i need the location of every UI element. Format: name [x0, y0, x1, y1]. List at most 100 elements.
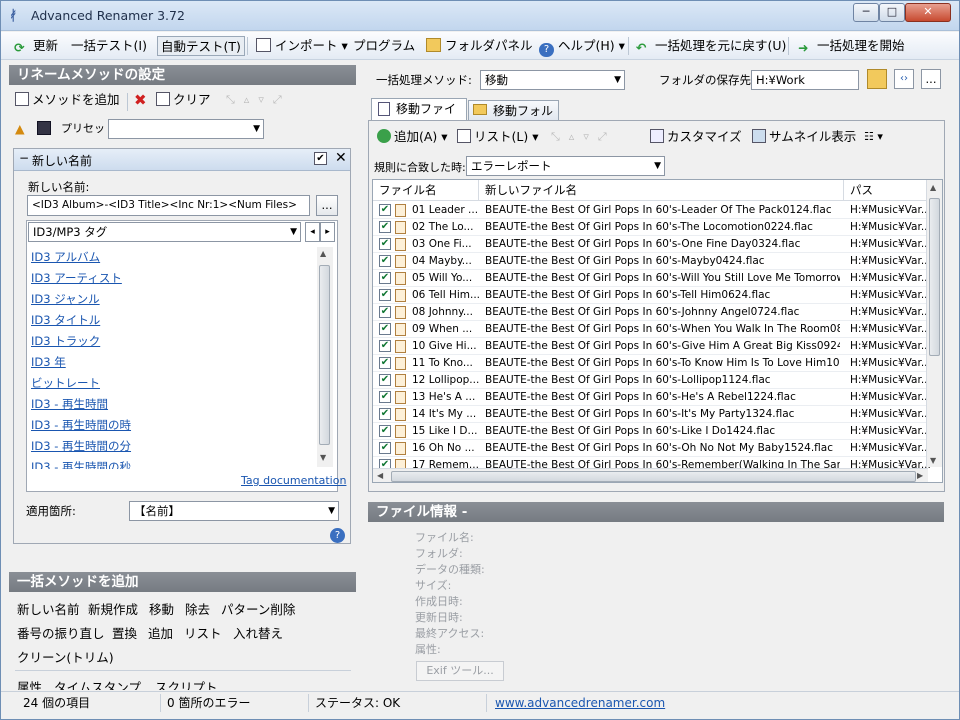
method-add-item[interactable]: 置換 [112, 623, 137, 642]
scroll-thumb[interactable] [319, 265, 330, 445]
row-checkbox[interactable]: ✔ [379, 272, 391, 284]
move-arrows-icon[interactable]: ⤡▵▿⤢ [226, 89, 291, 111]
refresh-button[interactable]: ⟳ 更新 [11, 36, 61, 56]
code-icon[interactable]: ‹› [894, 69, 914, 89]
row-checkbox[interactable]: ✔ [379, 255, 391, 267]
tag-link[interactable]: ビットレート [31, 375, 100, 391]
method-add-item[interactable]: 新しい名前 [17, 599, 80, 618]
tag-link[interactable]: ID3 - 再生時間 [31, 396, 108, 412]
row-checkbox[interactable]: ✔ [379, 238, 391, 250]
import-button[interactable]: インポート ▾ [253, 36, 351, 56]
table-row[interactable]: ✔ 05 Will Yo... BEAUTE-the Best Of Girl Po… [373, 270, 930, 287]
minimize-button[interactable]: ─ [853, 3, 879, 22]
table-row[interactable]: ✔ 10 Give Hi... BEAUTE-the Best Of Girl Po… [373, 338, 930, 355]
tag-link[interactable]: ID3 アルバム [31, 249, 100, 265]
batch-method-select[interactable]: 移動 ▼ [480, 70, 625, 90]
table-row[interactable]: ✔ 02 The Lo... BEAUTE-the Best Of Girl Pop… [373, 219, 930, 236]
row-checkbox[interactable]: ✔ [379, 442, 391, 454]
table-row[interactable]: ✔ 16 Oh No ... BEAUTE-the Best Of Girl Pop… [373, 440, 930, 457]
scroll-thumb[interactable] [929, 198, 940, 356]
rule-select[interactable]: エラーレポート ▼ [466, 156, 665, 176]
table-row[interactable]: ✔ 03 One Fi... BEAUTE-the Best Of Girl Pop… [373, 236, 930, 253]
scroll-thumb[interactable] [391, 471, 916, 482]
tag-link[interactable]: ID3 年 [31, 354, 66, 370]
method-add-item[interactable]: 新規作成 [88, 599, 138, 618]
method-add-item[interactable]: クリーン(トリム) [17, 647, 114, 666]
list-button[interactable]: リスト(L) ▾ [457, 126, 538, 148]
tag-link[interactable]: ID3 ジャンル [31, 291, 100, 307]
remove-method-icon[interactable]: ✕ [335, 150, 347, 166]
preset-select[interactable]: ▼ [108, 119, 264, 139]
column-header-filename[interactable]: ファイル名 [373, 180, 479, 201]
collapse-icon[interactable]: − [19, 151, 29, 165]
method-enabled-checkbox[interactable]: ✔ [314, 152, 327, 165]
column-header-newname[interactable]: 新しいファイル名 [479, 180, 844, 201]
method-add-item[interactable]: パターン削除 [221, 599, 295, 618]
method-add-item[interactable]: リスト [184, 623, 222, 642]
row-checkbox[interactable]: ✔ [379, 221, 391, 233]
open-preset-icon[interactable]: ▲ [15, 118, 25, 140]
program-button[interactable]: プログラム [350, 36, 418, 56]
move-arrows-icon[interactable]: ⤡▵▿⤢ [551, 126, 616, 148]
delete-icon[interactable]: ✖ [134, 89, 147, 111]
folder-panel-button[interactable]: フォルダパネル [423, 36, 536, 56]
tag-documentation-link[interactable]: Tag documentation [241, 474, 346, 487]
table-row[interactable]: ✔ 15 Like I D... BEAUTE-the Best Of Girl P… [373, 423, 930, 440]
scroll-up-icon[interactable]: ▲ [320, 249, 326, 258]
view-mode-icon[interactable]: ☷ ▾ [864, 126, 883, 148]
customize-button[interactable]: カスタマイズ [650, 126, 742, 148]
row-checkbox[interactable]: ✔ [379, 391, 391, 403]
row-checkbox[interactable]: ✔ [379, 306, 391, 318]
tag-link[interactable]: ID3 - 再生時間の秒 [31, 459, 131, 469]
tag-link[interactable]: ID3 アーティスト [31, 270, 122, 286]
thumbnail-button[interactable]: サムネイル表示 [752, 126, 856, 148]
table-row[interactable]: ✔ 09 When ... BEAUTE-the Best Of Girl Pops… [373, 321, 930, 338]
help-menu-button[interactable]: ? ヘルプ(H) ▾ [536, 36, 628, 57]
tag-link[interactable]: ID3 トラック [31, 333, 100, 349]
start-batch-button[interactable]: ➜ 一括処理を開始 [795, 36, 908, 56]
table-row[interactable]: ✔ 08 Johnny... BEAUTE-the Best Of Girl Pop… [373, 304, 930, 321]
insert-tag-button[interactable]: ... [316, 195, 338, 216]
add-files-button[interactable]: 追加(A) ▾ [377, 126, 448, 148]
tag-link[interactable]: ID3 - 再生時間の分 [31, 438, 131, 454]
output-folder-input[interactable]: H:¥Work [751, 70, 859, 90]
tag-link[interactable]: ID3 - 再生時間の時 [31, 417, 131, 433]
table-row[interactable]: ✔ 12 Lollipop... BEAUTE-the Best Of Girl P… [373, 372, 930, 389]
method-add-item[interactable]: スクリプト [155, 677, 218, 690]
close-button[interactable]: ✕ [905, 3, 951, 22]
add-method-button[interactable]: メソッドを追加 [15, 89, 120, 111]
apply-to-select[interactable]: 【名前】 ▼ [129, 501, 339, 521]
maximize-button[interactable]: □ [879, 3, 905, 22]
method-add-item[interactable]: 番号の振り直し [17, 623, 105, 642]
method-add-item[interactable]: 追加 [148, 623, 173, 642]
method-add-item[interactable]: 移動 [149, 599, 174, 618]
row-checkbox[interactable]: ✔ [379, 408, 391, 420]
new-name-input[interactable]: <ID3 Album>-<ID3 Title><Inc Nr:1><Num Fi… [27, 195, 310, 216]
tag-category-select[interactable]: ID3/MP3 タグ ▼ [28, 222, 301, 242]
grid-horizontal-scrollbar[interactable]: ◀ ▶ [373, 468, 928, 482]
row-checkbox[interactable]: ✔ [379, 425, 391, 437]
table-row[interactable]: ✔ 06 Tell Him... BEAUTE-the Best Of Girl P… [373, 287, 930, 304]
row-checkbox[interactable]: ✔ [379, 323, 391, 335]
row-checkbox[interactable]: ✔ [379, 289, 391, 301]
website-link[interactable]: www.advancedrenamer.com [491, 694, 701, 712]
method-add-item[interactable]: 属性 [17, 677, 42, 690]
table-row[interactable]: ✔ 11 To Kno... BEAUTE-the Best Of Girl Pop… [373, 355, 930, 372]
row-checkbox[interactable]: ✔ [379, 357, 391, 369]
table-row[interactable]: ✔ 14 It's My ... BEAUTE-the Best Of Girl P… [373, 406, 930, 423]
more-options-button[interactable]: ... [921, 69, 941, 89]
method-add-item[interactable]: 除去 [185, 599, 210, 618]
help-icon[interactable]: ? [330, 528, 345, 543]
table-row[interactable]: ✔ 01 Leader ... BEAUTE-the Best Of Girl Po… [373, 202, 930, 219]
row-checkbox[interactable]: ✔ [379, 340, 391, 352]
scroll-down-icon[interactable]: ▼ [320, 453, 326, 462]
exif-tool-button[interactable]: Exif ツール... [416, 661, 504, 681]
row-checkbox[interactable]: ✔ [379, 204, 391, 216]
save-preset-icon[interactable] [37, 118, 54, 140]
scroll-up-icon[interactable]: ▲ [930, 183, 936, 192]
tag-link[interactable]: ID3 タイトル [31, 312, 100, 328]
undo-batch-button[interactable]: ↶ 一括処理を元に戻す(U) [633, 36, 789, 56]
row-checkbox[interactable]: ✔ [379, 374, 391, 386]
tag-list-scrollbar[interactable]: ▲ ▼ [317, 247, 333, 467]
scroll-down-icon[interactable]: ▼ [930, 456, 936, 465]
